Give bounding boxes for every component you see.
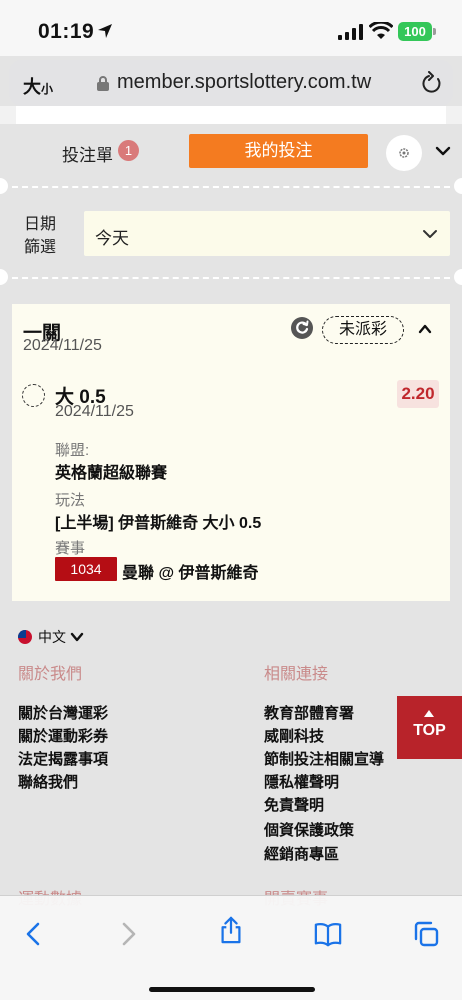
bet-count-badge: 1 — [118, 140, 139, 161]
chevron-up-icon[interactable] — [416, 320, 434, 338]
status-bar: 01:19 100 — [0, 0, 462, 56]
page-background-strip — [0, 106, 462, 124]
gear-icon — [399, 148, 409, 158]
share-icon[interactable] — [217, 916, 245, 944]
related-section-title: 相關連接 — [264, 666, 329, 683]
market-label: 玩法 — [55, 492, 86, 509]
dashed-divider — [12, 277, 450, 279]
bet-slip-header: 投注單 1 我的投注 — [0, 124, 462, 180]
reload-icon[interactable] — [421, 71, 443, 95]
lock-icon — [97, 76, 109, 91]
ticket-notch — [454, 178, 462, 194]
chevron-down-icon[interactable] — [434, 142, 452, 160]
league-value: 英格蘭超級聯賽 — [55, 465, 168, 482]
footer-link-privacy[interactable]: 隱私權聲明 — [264, 771, 339, 792]
footer-link-responsible-gambling[interactable]: 節制投注相關宣導 — [264, 748, 384, 769]
location-arrow-icon — [98, 24, 112, 38]
about-section-title: 關於我們 — [18, 666, 83, 683]
card-edge — [16, 106, 446, 124]
chevron-down-icon — [70, 632, 84, 642]
bookmarks-icon[interactable] — [314, 920, 342, 948]
footer-link-contact[interactable]: 聯絡我們 — [18, 771, 78, 792]
address-bar[interactable]: 大小 member.sportslottery.com.tw — [9, 60, 453, 106]
status-time: 01:19 — [38, 20, 95, 43]
footer-link-dealer-zone[interactable]: 經銷商專區 — [264, 843, 339, 864]
footer-link-data-protection[interactable]: 個資保護政策 — [264, 819, 354, 840]
date-filter-value: 今天 — [95, 229, 129, 248]
taiwan-flag-icon — [18, 630, 32, 644]
cellular-signal-icon — [338, 24, 363, 40]
settlement-status-badge: 未派彩 — [322, 316, 404, 344]
event-label: 賽事 — [55, 540, 86, 557]
back-to-top-button[interactable]: TOP — [397, 696, 462, 759]
battery-indicator: 100 — [398, 22, 436, 41]
ticket-notch — [0, 178, 8, 194]
tab-my-bets[interactable]: 我的投注 — [189, 134, 368, 168]
ticket-notch — [0, 269, 8, 285]
selection-radio[interactable] — [22, 384, 45, 407]
footer-link-disclaimer[interactable]: 免責聲明 — [264, 794, 324, 815]
back-icon[interactable] — [20, 920, 48, 948]
forward-icon[interactable] — [114, 920, 142, 948]
match-number-badge: 1034 — [55, 557, 117, 581]
home-indicator — [149, 987, 315, 992]
match-name: 曼聯 @ 伊普斯維奇 — [122, 565, 259, 582]
market-value: [上半場] 伊普斯維奇 大小 0.5 — [55, 515, 262, 532]
refresh-icon[interactable] — [290, 316, 314, 340]
footer-link-about-tw-lottery[interactable]: 關於台灣運彩 — [18, 702, 108, 723]
browser-toolbar — [0, 895, 462, 1000]
bet-date: 2024/11/25 — [23, 337, 102, 354]
language-selector[interactable]: 中文 — [18, 627, 84, 647]
league-label: 聯盟: — [55, 442, 90, 459]
tabs-icon[interactable] — [412, 920, 440, 948]
selection-date: 2024/11/25 — [55, 403, 134, 420]
footer-link-sports-admin[interactable]: 教育部體育署 — [264, 702, 354, 723]
settings-button[interactable] — [386, 135, 422, 171]
footer-link-disclosure[interactable]: 法定揭露事項 — [18, 748, 108, 769]
footer-link-about-sports-lottery[interactable]: 關於運動彩券 — [18, 725, 108, 746]
text-size-button[interactable]: 大小 — [23, 73, 53, 99]
tab-bet-slip[interactable]: 投注單 — [62, 141, 113, 166]
chevron-down-icon — [423, 230, 437, 238]
footer-link-adata[interactable]: 威剛科技 — [264, 725, 324, 746]
arrow-up-icon — [424, 710, 434, 717]
odds-badge: 2.20 — [397, 380, 439, 408]
bet-card: 一關 2024/11/25 未派彩 大 0.5 2024/11/25 2.20 … — [12, 304, 450, 601]
dashed-divider — [12, 186, 450, 188]
url-text[interactable]: member.sportslottery.com.tw — [117, 71, 371, 94]
ticket-notch — [454, 269, 462, 285]
date-filter-label: 日期 篩選 — [24, 216, 57, 256]
wifi-icon — [369, 22, 393, 39]
date-filter-select[interactable]: 今天 — [84, 211, 450, 256]
